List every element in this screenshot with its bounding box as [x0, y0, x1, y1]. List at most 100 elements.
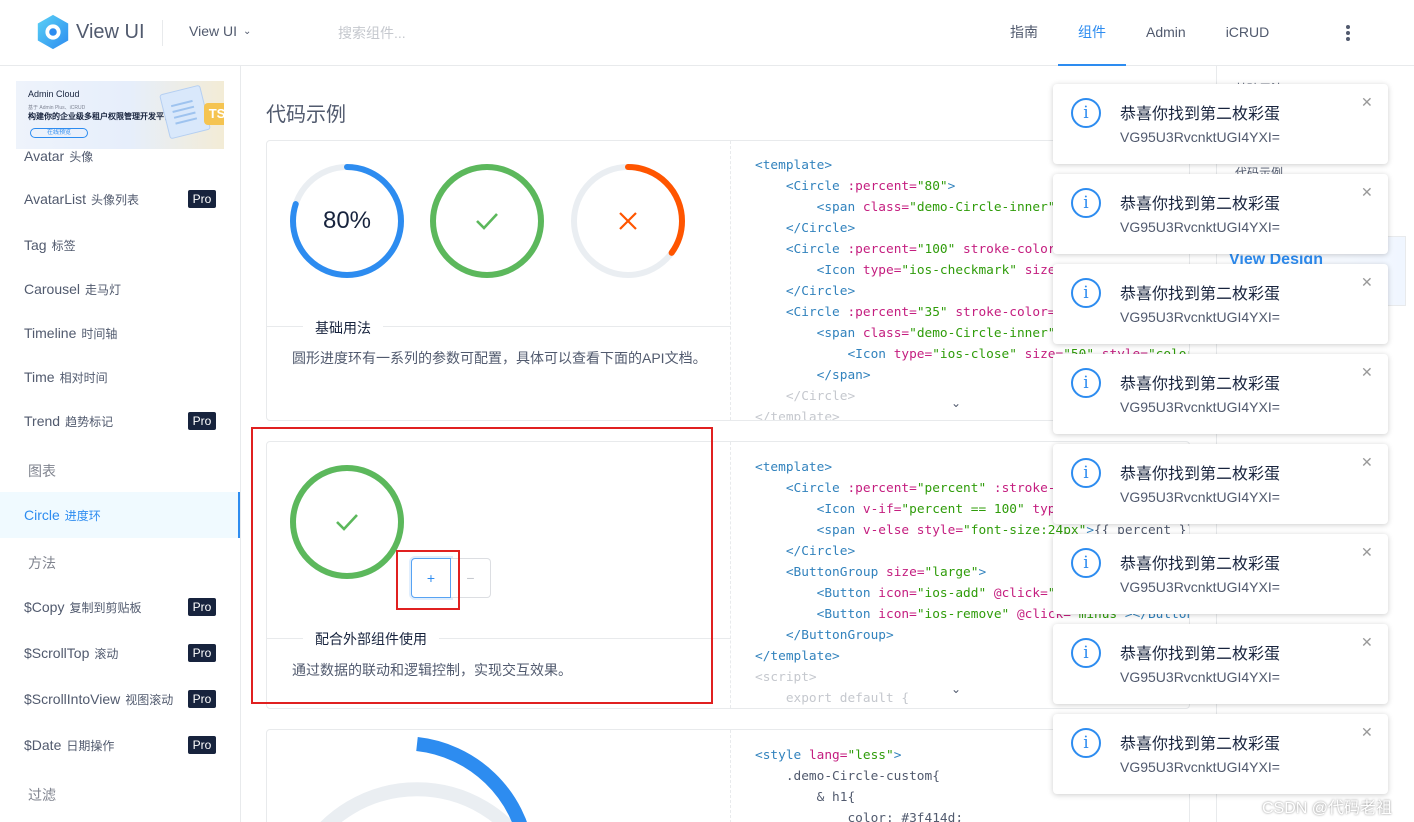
expand-code-chevron-icon[interactable]: ⌄	[951, 396, 961, 410]
highlight-box-add-button	[396, 550, 460, 610]
ad-subtitle: 基于 Admin Plus、iCRUD	[28, 105, 86, 111]
notice-title: 恭喜你找到第二枚彩蛋	[1120, 286, 1281, 303]
demo-preview	[267, 730, 731, 822]
version-label: View UI	[189, 23, 237, 39]
top-header: View UI View UI ⌄ 指南组件AdminiCRUD	[0, 0, 1414, 66]
notice: i 恭喜你找到第二枚彩蛋 VG95U3RvcnktUGI4YXI= ✕	[1053, 354, 1388, 434]
ad-badge: TS	[204, 103, 224, 125]
code-block: <style lang="less"> .demo-Circle-custom{…	[755, 748, 964, 822]
search-input[interactable]	[338, 22, 638, 44]
page-title: 代码示例	[266, 104, 346, 126]
sidebar-item-label: Time	[24, 369, 55, 385]
sidebar-item[interactable]: Tag 标签	[0, 222, 240, 268]
pro-badge: Pro	[188, 690, 216, 708]
expand-code-chevron-icon[interactable]: ⌄	[951, 682, 961, 696]
sidebar-item[interactable]: $Date 日期操作 Pro	[0, 722, 240, 768]
demo-preview: 80% 基础用法 圆形进度环有一系列的参数可配置，具体可以查看下面的API文档。	[267, 141, 731, 420]
sidebar-item[interactable]: Circle 进度环	[0, 492, 240, 538]
notice-title: 恭喜你找到第二枚彩蛋	[1120, 376, 1281, 393]
notice: i 恭喜你找到第二枚彩蛋 VG95U3RvcnktUGI4YXI= ✕	[1053, 84, 1388, 164]
sidebar-item-label: $Copy	[24, 599, 65, 615]
notice: i 恭喜你找到第二枚彩蛋 VG95U3RvcnktUGI4YXI= ✕	[1053, 444, 1388, 524]
notice-title: 恭喜你找到第二枚彩蛋	[1120, 106, 1281, 123]
sidebar-item[interactable]: $ScrollIntoView 视图滚动 Pro	[0, 676, 240, 722]
nav-item[interactable]: 组件	[1058, 0, 1126, 66]
sidebar-item-sublabel: 头像	[69, 149, 94, 164]
close-icon[interactable]: ✕	[1361, 274, 1373, 291]
sidebar-group-title: 图表	[28, 463, 56, 479]
sidebar-item-label: Tag	[24, 237, 47, 253]
sidebar-item-sublabel: 复制到剪贴板	[69, 600, 142, 615]
sidebar-item-label: Circle	[24, 507, 60, 523]
notice-title: 恭喜你找到第二枚彩蛋	[1120, 556, 1281, 573]
logo[interactable]: View UI	[34, 13, 145, 51]
sidebar-item-sublabel: 相对时间	[59, 370, 108, 385]
sidebar-item-sublabel: 视图滚动	[125, 692, 174, 707]
close-icon[interactable]: ✕	[1361, 634, 1373, 651]
nav-item[interactable]: 指南	[990, 0, 1058, 66]
notice: i 恭喜你找到第二枚彩蛋 VG95U3RvcnktUGI4YXI= ✕	[1053, 174, 1388, 254]
close-icon	[568, 161, 688, 281]
header-divider	[162, 20, 163, 46]
sidebar-item-sublabel: 日期操作	[66, 738, 115, 753]
info-icon: i	[1071, 458, 1101, 488]
progress-circle-80: 80%	[287, 161, 407, 281]
pro-badge: Pro	[188, 598, 216, 616]
sidebar-item-label: AvatarList	[24, 191, 86, 207]
notice: i 恭喜你找到第二枚彩蛋 VG95U3RvcnktUGI4YXI= ✕	[1053, 534, 1388, 614]
notice: i 恭喜你找到第二枚彩蛋 VG95U3RvcnktUGI4YXI= ✕	[1053, 264, 1388, 344]
sidebar-item[interactable]: Trend 趋势标记 Pro	[0, 398, 240, 444]
view-ui-logo-icon	[37, 14, 69, 50]
info-icon: i	[1071, 368, 1101, 398]
sidebar-item[interactable]: Carousel 走马灯	[0, 266, 240, 312]
sidebar-item-label: $Date	[24, 737, 62, 753]
sidebar-group-title: 方法	[28, 555, 56, 571]
demo-description: 圆形进度环有一系列的参数可配置，具体可以查看下面的API文档。	[292, 350, 707, 366]
more-vertical-icon[interactable]	[1340, 22, 1356, 44]
notice-description: VG95U3RvcnktUGI4YXI=	[1120, 669, 1280, 685]
notice-description: VG95U3RvcnktUGI4YXI=	[1120, 579, 1280, 595]
demo-card-basic: 80% 基础用法 圆形进度环有一系列的参数可配置，具体可以查看下面的API文档。…	[266, 140, 1190, 421]
sidebar-item[interactable]: $Copy 复制到剪贴板 Pro	[0, 584, 240, 630]
sidebar-item[interactable]: Time 相对时间	[0, 354, 240, 400]
ad-headline: 构建你的企业级多租户权限管理开发平台	[28, 112, 172, 121]
close-icon[interactable]: ✕	[1361, 94, 1373, 111]
notice-title: 恭喜你找到第二枚彩蛋	[1120, 646, 1281, 663]
pro-badge: Pro	[188, 412, 216, 430]
progress-circle-35	[568, 161, 688, 281]
version-select[interactable]: View UI ⌄	[189, 23, 251, 39]
notice-description: VG95U3RvcnktUGI4YXI=	[1120, 129, 1280, 145]
sidebar-item-sublabel: 进度环	[64, 508, 101, 523]
info-icon: i	[1071, 98, 1101, 128]
sidebar-item[interactable]: AvatarList 头像列表 Pro	[0, 176, 240, 222]
close-icon[interactable]: ✕	[1361, 364, 1373, 381]
notice-description: VG95U3RvcnktUGI4YXI=	[1120, 309, 1280, 325]
notice: i 恭喜你找到第二枚彩蛋 VG95U3RvcnktUGI4YXI= ✕	[1053, 714, 1388, 794]
info-icon: i	[1071, 638, 1101, 668]
close-icon[interactable]: ✕	[1361, 454, 1373, 471]
sidebar-item-sublabel: 标签	[51, 238, 76, 253]
sidebar-item[interactable]: $ScrollTop 滚动 Pro	[0, 630, 240, 676]
sidebar-item-label: Timeline	[24, 325, 77, 341]
sidebar-item-label: Trend	[24, 413, 61, 429]
highlight-box-demo	[251, 427, 713, 704]
pro-badge: Pro	[188, 644, 216, 662]
close-icon[interactable]: ✕	[1361, 184, 1373, 201]
sidebar-item-sublabel: 滚动	[94, 646, 119, 661]
sidebar-item[interactable]: Timeline 时间轴	[0, 310, 240, 356]
sidebar-item-sublabel: 趋势标记	[65, 414, 114, 429]
sidebar-item[interactable]: Avatar 头像	[0, 133, 240, 179]
close-icon[interactable]: ✕	[1361, 544, 1373, 561]
nav-item[interactable]: iCRUD	[1206, 0, 1290, 66]
notice-description: VG95U3RvcnktUGI4YXI=	[1120, 489, 1280, 505]
sidebar-group-title: 过滤	[28, 787, 56, 803]
info-icon: i	[1071, 278, 1101, 308]
pro-badge: Pro	[188, 736, 216, 754]
circle-percent-label: 80%	[322, 207, 372, 234]
nav-item[interactable]: Admin	[1126, 0, 1206, 66]
ad-title: Admin Cloud	[28, 89, 80, 99]
info-icon: i	[1071, 548, 1101, 578]
sidebar: Admin Cloud 基于 Admin Plus、iCRUD 构建你的企业级多…	[0, 66, 241, 822]
notice-description: VG95U3RvcnktUGI4YXI=	[1120, 759, 1280, 775]
close-icon[interactable]: ✕	[1361, 724, 1373, 741]
